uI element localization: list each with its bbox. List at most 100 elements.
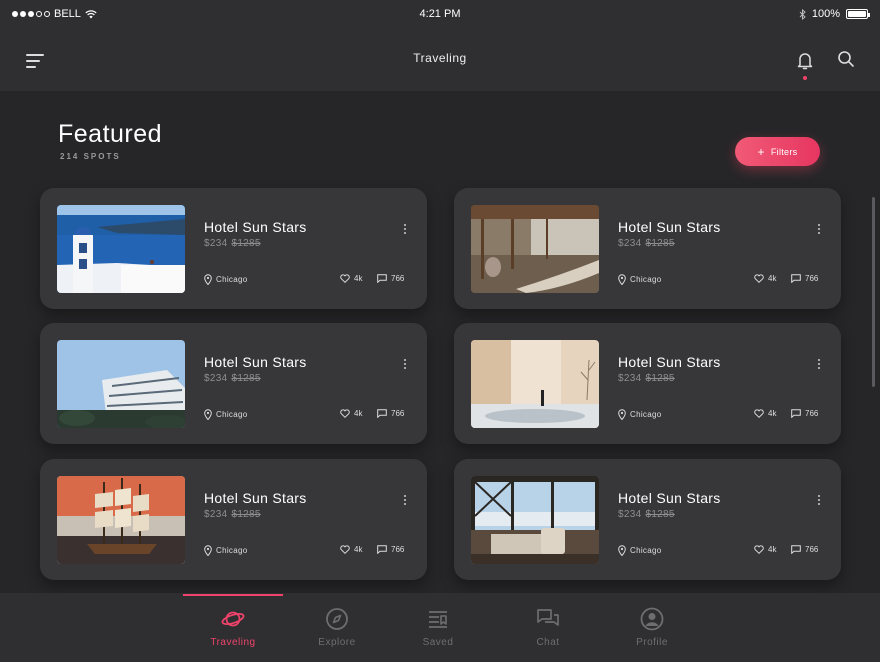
comments-count: 766: [805, 274, 819, 283]
more-vertical-icon[interactable]: [817, 495, 821, 509]
tab-traveling[interactable]: Traveling: [183, 593, 283, 662]
likes-count: 4k: [768, 409, 777, 418]
hotel-card[interactable]: Hotel Sun Stars $234 $1285 Chicago 4k 766: [454, 323, 841, 444]
more-vertical-icon[interactable]: [403, 224, 407, 238]
location-label: Chicago: [630, 410, 662, 419]
likes-count: 4k: [354, 545, 363, 554]
bluetooth-icon: [799, 8, 806, 20]
location-label: Chicago: [216, 275, 248, 284]
hotel-name: Hotel Sun Stars: [204, 490, 307, 506]
more-vertical-icon[interactable]: [403, 495, 407, 509]
hotel-image: [57, 476, 185, 564]
likes-button[interactable]: 4k: [340, 274, 362, 283]
location: Chicago: [204, 545, 247, 556]
tab-explore[interactable]: Explore: [287, 593, 387, 662]
spots-count: 214 SPOTS: [60, 152, 121, 161]
hotel-image: [471, 476, 599, 564]
hotel-image: [57, 340, 185, 428]
heart-icon: [754, 545, 764, 554]
comment-icon: [791, 545, 801, 554]
likes-button[interactable]: 4k: [754, 545, 776, 554]
likes-count: 4k: [354, 409, 363, 418]
status-bar: BELL 4:21 PM 100%: [0, 0, 880, 28]
search-icon[interactable]: [837, 50, 855, 68]
likes-count: 4k: [768, 274, 777, 283]
current-price: $234: [618, 373, 642, 384]
old-price: $1285: [645, 509, 675, 520]
tab-label: Explore: [318, 637, 356, 648]
status-time: 4:21 PM: [419, 8, 461, 20]
location: Chicago: [618, 274, 661, 285]
location-pin-icon: [618, 274, 626, 285]
comments-button[interactable]: 766: [791, 274, 818, 283]
tab-profile[interactable]: Profile: [602, 593, 702, 662]
price: $234 $1285: [618, 373, 675, 384]
location: Chicago: [618, 409, 661, 420]
location-label: Chicago: [216, 410, 248, 419]
hotel-card[interactable]: Hotel Sun Stars $234 $1285 Chicago 4k 766: [454, 188, 841, 309]
likes-button[interactable]: 4k: [340, 545, 362, 554]
comments-count: 766: [391, 274, 405, 283]
chat-bubbles-icon: [537, 609, 559, 626]
comments-button[interactable]: 766: [791, 545, 818, 554]
price: $234 $1285: [204, 238, 261, 249]
hotel-card[interactable]: Hotel Sun Stars $234 $1285 Chicago 4k 766: [40, 188, 427, 309]
location-label: Chicago: [630, 275, 662, 284]
more-vertical-icon[interactable]: [403, 359, 407, 373]
location-pin-icon: [204, 274, 212, 285]
more-vertical-icon[interactable]: [817, 359, 821, 373]
comments-button[interactable]: 766: [377, 274, 404, 283]
comments-button[interactable]: 766: [377, 545, 404, 554]
likes-button[interactable]: 4k: [340, 409, 362, 418]
current-price: $234: [204, 509, 228, 520]
hotel-card[interactable]: Hotel Sun Stars $234 $1285 Chicago 4k 766: [40, 323, 427, 444]
comment-icon: [377, 545, 387, 554]
likes-count: 4k: [354, 274, 363, 283]
comments-button[interactable]: 766: [377, 409, 404, 418]
comment-icon: [791, 274, 801, 283]
old-price: $1285: [231, 509, 261, 520]
old-price: $1285: [231, 373, 261, 384]
bell-icon[interactable]: [796, 50, 814, 72]
tab-label: Chat: [536, 637, 560, 648]
price: $234 $1285: [618, 509, 675, 520]
current-price: $234: [204, 238, 228, 249]
tab-chat[interactable]: Chat: [498, 593, 598, 662]
more-vertical-icon[interactable]: [817, 224, 821, 238]
old-price: $1285: [231, 238, 261, 249]
comments-button[interactable]: 766: [791, 409, 818, 418]
price: $234 $1285: [204, 509, 261, 520]
hotel-name: Hotel Sun Stars: [618, 354, 721, 370]
location-pin-icon: [204, 545, 212, 556]
page-title: Featured: [58, 120, 163, 148]
main-content: Featured 214 SPOTS + Filters Hotel Sun S…: [0, 91, 880, 593]
price: $234 $1285: [618, 238, 675, 249]
plus-icon: +: [757, 144, 765, 159]
location: Chicago: [204, 409, 247, 420]
heart-icon: [340, 409, 350, 418]
nav-title: Traveling: [413, 51, 467, 65]
planet-icon: [221, 611, 245, 627]
comments-count: 766: [805, 409, 819, 418]
old-price: $1285: [645, 238, 675, 249]
location-pin-icon: [618, 545, 626, 556]
filters-button[interactable]: + Filters: [735, 137, 820, 166]
scrollbar[interactable]: [872, 197, 875, 387]
heart-icon: [340, 545, 350, 554]
comment-icon: [377, 274, 387, 283]
likes-button[interactable]: 4k: [754, 274, 776, 283]
comments-count: 766: [391, 409, 405, 418]
bookmark-list-icon: [429, 611, 447, 628]
hotel-card[interactable]: Hotel Sun Stars $234 $1285 Chicago 4k 766: [454, 459, 841, 580]
location-pin-icon: [618, 409, 626, 420]
heart-icon: [340, 274, 350, 283]
filters-label: Filters: [770, 146, 798, 157]
price: $234 $1285: [204, 373, 261, 384]
tab-label: Traveling: [210, 637, 256, 648]
top-nav: Traveling: [0, 28, 880, 91]
hotel-card[interactable]: Hotel Sun Stars $234 $1285 Chicago 4k 766: [40, 459, 427, 580]
heart-icon: [754, 409, 764, 418]
tab-saved[interactable]: Saved: [388, 593, 488, 662]
likes-button[interactable]: 4k: [754, 409, 776, 418]
comments-count: 766: [391, 545, 405, 554]
